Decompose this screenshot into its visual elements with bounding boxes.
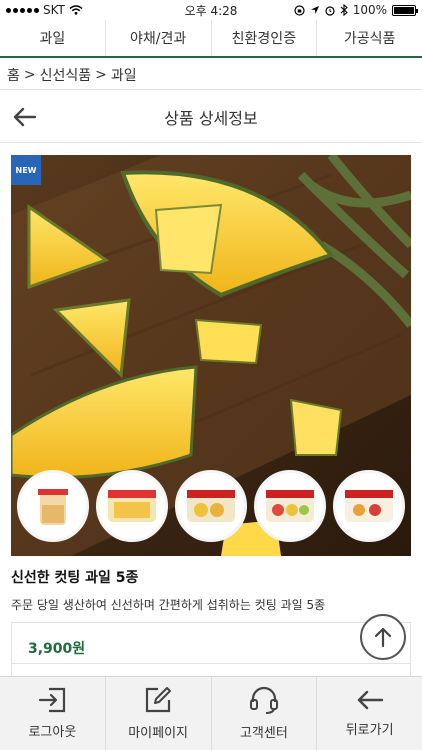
thumbnail-4[interactable] xyxy=(254,470,327,542)
rotation-lock-icon xyxy=(294,4,305,16)
logout-icon xyxy=(39,687,66,713)
nav-go-back[interactable]: 뒤로가기 xyxy=(317,677,422,750)
page-title: 상품 상세정보 xyxy=(164,108,258,128)
nav-logout-label: 로그아웃 xyxy=(28,725,77,740)
thumbnail-row xyxy=(11,470,411,542)
nav-mypage-label: 마이페이지 xyxy=(128,726,189,741)
arrow-up-icon xyxy=(374,627,392,648)
nav-customer-center[interactable]: 고객센터 xyxy=(212,677,318,750)
location-icon xyxy=(310,6,319,14)
nav-go-back-label: 뒤로가기 xyxy=(345,723,394,738)
breadcrumb-fresh-food[interactable]: 신선식품 xyxy=(40,65,92,85)
scroll-to-top-button[interactable] xyxy=(360,614,406,660)
breadcrumb-separator: > xyxy=(95,66,107,83)
bluetooth-icon xyxy=(340,4,348,16)
breadcrumb-separator: > xyxy=(23,66,36,83)
status-right: 100% xyxy=(294,3,418,17)
back-button[interactable] xyxy=(10,103,40,131)
thumbnail-1[interactable] xyxy=(16,470,89,542)
product-description: 주문 당일 생산하여 신선하며 간편하게 섭취하는 컷팅 과일 5종 xyxy=(11,598,326,612)
bottom-nav: 로그아웃 마이페이지 고객센터 뒤로가기 xyxy=(0,676,422,750)
tab-fruit[interactable]: 과일 xyxy=(0,20,106,56)
price-box: 3,900원 xyxy=(11,622,411,682)
fruit-pack-icon xyxy=(107,490,156,522)
fruit-pack-icon xyxy=(266,490,315,522)
breadcrumb: 홈 > 신선식품 > 과일 xyxy=(0,60,422,90)
wifi-icon xyxy=(69,5,83,15)
fruit-pack-icon xyxy=(345,490,394,522)
nav-mypage[interactable]: 마이페이지 xyxy=(106,677,212,750)
fruit-cup-icon xyxy=(37,489,68,525)
breadcrumb-fruit[interactable]: 과일 xyxy=(111,65,137,85)
headset-icon xyxy=(249,686,278,714)
product-name: 신선한 컷팅 과일 5종 xyxy=(11,570,139,586)
fruit-pack-icon xyxy=(186,490,235,522)
edit-icon xyxy=(146,687,172,713)
status-left: SKT xyxy=(6,3,83,17)
product-price: 3,900원 xyxy=(28,641,86,657)
category-tabs: 과일 야채/견과 친환경인증 가공식품 xyxy=(0,20,422,58)
carrier-label: SKT xyxy=(43,3,65,17)
tab-vegetables-nuts[interactable]: 야채/견과 xyxy=(106,20,212,56)
battery-percent: 100% xyxy=(352,3,387,17)
product-image: NEW xyxy=(11,155,411,556)
tab-eco-certified[interactable]: 친환경인증 xyxy=(212,20,318,56)
nav-customer-center-label: 고객센터 xyxy=(239,726,288,741)
thumbnail-2[interactable] xyxy=(95,470,168,542)
new-badge: NEW xyxy=(11,155,41,185)
tab-processed-food[interactable]: 가공식품 xyxy=(317,20,422,56)
divider xyxy=(12,663,410,664)
page-header: 상품 상세정보 xyxy=(0,91,422,143)
battery-icon xyxy=(392,4,418,16)
status-bar: SKT 오후 4:28 100% xyxy=(0,0,422,20)
alarm-icon xyxy=(325,5,335,16)
nav-logout[interactable]: 로그아웃 xyxy=(0,677,106,750)
signal-icon xyxy=(6,7,39,13)
back-arrow-icon xyxy=(357,690,383,710)
thumbnail-3[interactable] xyxy=(174,470,247,542)
thumbnail-5[interactable] xyxy=(333,470,406,542)
breadcrumb-home[interactable]: 홈 xyxy=(7,65,20,85)
back-arrow-icon xyxy=(13,107,37,127)
